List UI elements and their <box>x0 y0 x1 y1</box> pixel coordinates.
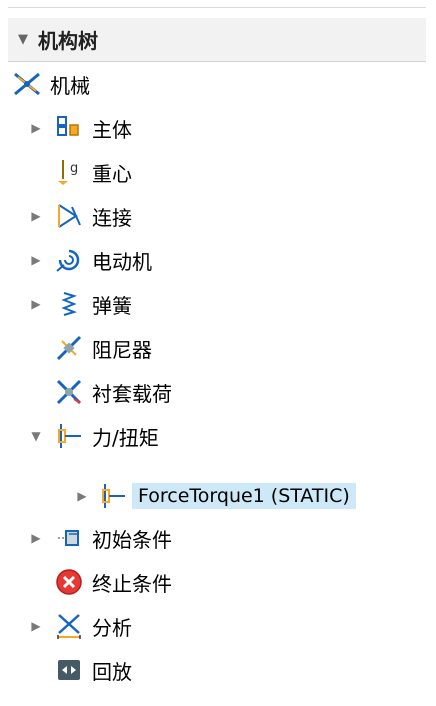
expand-caret-icon[interactable]: ▶ <box>28 209 44 223</box>
force-torque-icon <box>98 481 128 511</box>
tree-item-dampers[interactable]: 阻尼器 <box>28 326 152 370</box>
connections-icon <box>54 201 84 231</box>
tree-item-bodies[interactable]: ▶ 主体 <box>28 106 132 150</box>
tree-item-termination-conditions[interactable]: 终止条件 <box>28 560 172 604</box>
tree-item-initial-conditions[interactable]: ▶ 初始条件 <box>28 516 172 560</box>
expand-caret-icon[interactable]: ▶ <box>28 531 44 545</box>
tree-item-label: 弹簧 <box>92 293 132 318</box>
tree-item-analysis[interactable]: ▶ 分析 <box>28 604 132 648</box>
tree-item-label: 终止条件 <box>92 571 172 596</box>
gravity-icon: g <box>54 157 84 187</box>
termination-conditions-icon <box>54 567 84 597</box>
expand-caret-icon[interactable]: ▶ <box>28 121 44 135</box>
top-divider <box>8 7 426 8</box>
expand-caret-icon[interactable]: ▶ <box>28 253 44 267</box>
bodies-icon <box>54 113 84 143</box>
analysis-icon <box>54 611 84 641</box>
tree-item-label: 重心 <box>92 161 132 186</box>
svg-text:g: g <box>70 161 78 176</box>
tree-item-playback[interactable]: 回放 <box>28 648 132 692</box>
tree-item-forcetorque1[interactable]: ▶ ForceTorque1 (STATIC) <box>74 474 356 518</box>
tree-item-label: 回放 <box>92 659 132 684</box>
motor-icon <box>54 245 84 275</box>
tree-item-connections[interactable]: ▶ 连接 <box>28 194 132 238</box>
collapse-caret-icon[interactable]: ▼ <box>18 32 32 47</box>
tree-item-label: 机械 <box>50 73 90 98</box>
tree-item-motors[interactable]: ▶ 电动机 <box>28 238 152 282</box>
mechanism-icon <box>12 69 42 99</box>
expand-caret-icon[interactable]: ▶ <box>28 297 44 311</box>
spring-icon <box>54 289 84 319</box>
bushing-load-icon <box>54 377 84 407</box>
tree-item-force-torque[interactable]: ▼ 力/扭矩 <box>28 414 159 458</box>
tree-item-label: 初始条件 <box>92 527 172 552</box>
tree-item-label: 衬套载荷 <box>92 381 172 406</box>
collapse-caret-icon[interactable]: ▼ <box>28 429 44 443</box>
tree-item-gravity[interactable]: g 重心 <box>28 150 132 194</box>
tree-item-label: 主体 <box>92 117 132 142</box>
damper-icon <box>54 333 84 363</box>
tree-item-label: 电动机 <box>92 249 152 274</box>
tree-item-label: 连接 <box>92 205 132 230</box>
tree-item-label: ForceTorque1 (STATIC) <box>132 483 356 509</box>
panel-title: 机构树 <box>38 29 98 53</box>
tree-item-label: 分析 <box>92 615 132 640</box>
tree-item-bushing-loads[interactable]: 衬套载荷 <box>28 370 172 414</box>
expand-caret-icon[interactable]: ▶ <box>28 619 44 633</box>
initial-conditions-icon <box>54 523 84 553</box>
tree-root-mechanism[interactable]: 机械 <box>12 62 90 106</box>
tree-item-label: 阻尼器 <box>92 337 152 362</box>
tree-item-springs[interactable]: ▶ 弹簧 <box>28 282 132 326</box>
playback-icon <box>54 655 84 685</box>
mechanism-tree-header[interactable]: ▼ 机构树 <box>8 18 426 62</box>
expand-caret-icon[interactable]: ▶ <box>74 489 90 503</box>
force-torque-icon <box>54 421 84 451</box>
tree-item-label: 力/扭矩 <box>92 425 159 450</box>
